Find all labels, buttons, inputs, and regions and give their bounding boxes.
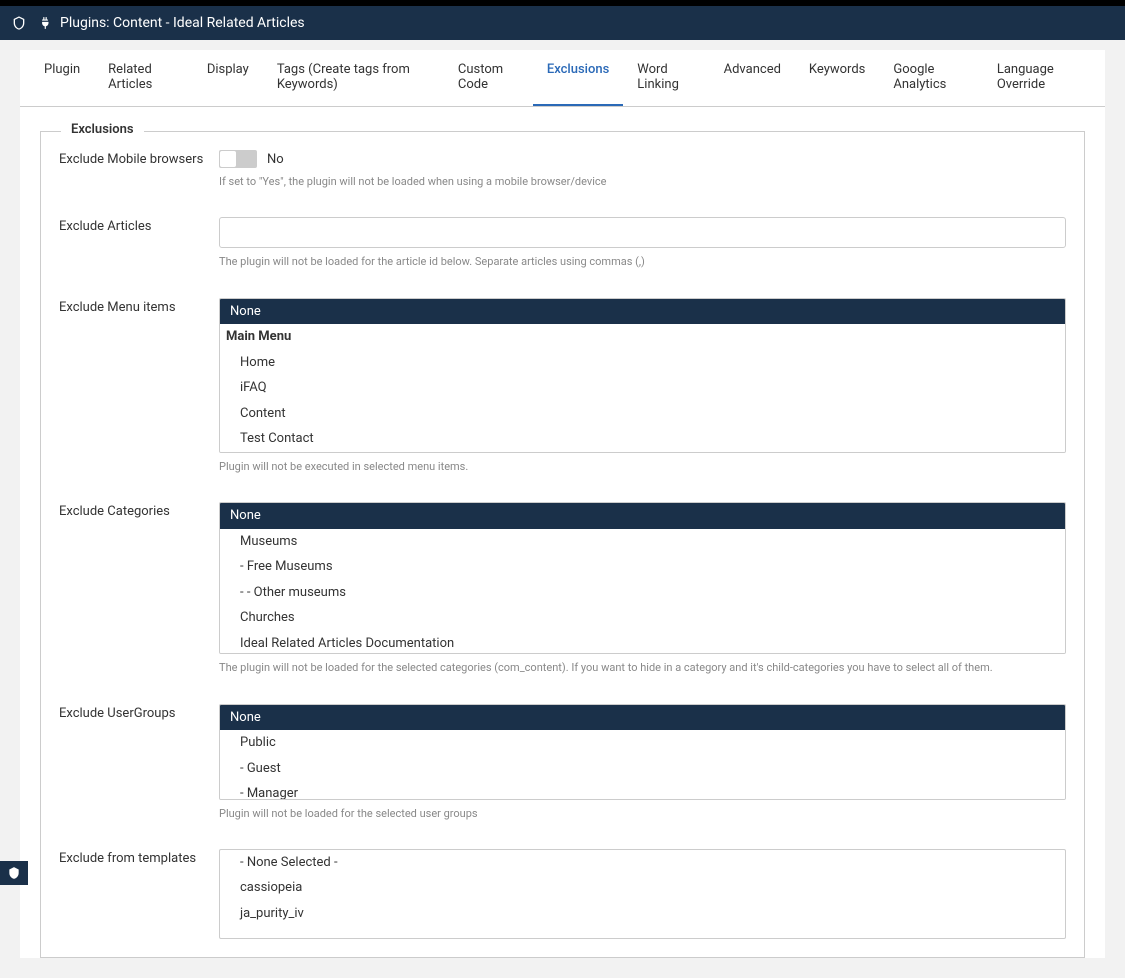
listbox-exclude-menu[interactable]: NoneMain MenuHomeiFAQContentTest Contact… <box>219 298 1066 453</box>
tab-display[interactable]: Display <box>193 50 263 106</box>
listbox-exclude-templates[interactable]: - None Selected -cassiopeiaja_purity_iv <box>219 849 1066 939</box>
label-exclude-templates: Exclude from templates <box>59 849 219 939</box>
label-exclude-mobile: Exclude Mobile browsers <box>59 150 219 189</box>
list-item[interactable]: Home <box>220 350 1065 376</box>
list-item[interactable]: ja_purity_iv <box>220 901 1065 927</box>
joomla-icon[interactable] <box>10 14 28 32</box>
list-item[interactable]: None <box>220 299 1065 325</box>
tab-keywords[interactable]: Keywords <box>795 50 879 106</box>
list-item[interactable]: - Manager <box>220 781 1065 800</box>
bottom-joomla-icon[interactable] <box>0 861 28 885</box>
list-item[interactable]: Ideal Related Articles Documentation <box>220 631 1065 655</box>
label-exclude-usergroups: Exclude UserGroups <box>59 704 219 821</box>
tab-exclusions[interactable]: Exclusions <box>533 50 623 106</box>
list-item[interactable]: Content <box>220 401 1065 427</box>
tab-bar: PluginRelated ArticlesDisplayTags (Creat… <box>20 50 1105 107</box>
tab-word-linking[interactable]: Word Linking <box>623 50 709 106</box>
tab-custom-code[interactable]: Custom Code <box>444 50 533 106</box>
label-exclude-categories: Exclude Categories <box>59 502 219 675</box>
list-item[interactable]: None <box>220 705 1065 731</box>
list-item[interactable]: - Guest <box>220 756 1065 782</box>
list-item[interactable]: Churches <box>220 605 1065 631</box>
tab-tags-create-tags-from-keywords-[interactable]: Tags (Create tags from Keywords) <box>263 50 444 106</box>
label-exclude-menu: Exclude Menu items <box>59 298 219 474</box>
tab-plugin[interactable]: Plugin <box>30 50 94 106</box>
page-title: Plugins: Content - Ideal Related Article… <box>60 15 305 31</box>
list-item[interactable]: - Free Museums <box>220 554 1065 580</box>
exclusions-fieldset: Exclusions Exclude Mobile browsers No If… <box>40 131 1085 958</box>
help-exclude-categories: The plugin will not be loaded for the se… <box>219 660 1066 675</box>
listbox-exclude-usergroups[interactable]: NonePublic- Guest- Manager- - Administra… <box>219 704 1066 800</box>
list-item[interactable]: cassiopeia <box>220 875 1065 901</box>
list-item[interactable]: - - Other museums <box>220 580 1065 606</box>
list-item[interactable]: CE Categories Contacts <box>220 452 1065 453</box>
fieldset-legend: Exclusions <box>61 122 144 137</box>
tab-related-articles[interactable]: Related Articles <box>94 50 193 106</box>
list-item[interactable]: Test Contact <box>220 426 1065 452</box>
toggle-value: No <box>267 152 284 167</box>
input-exclude-articles[interactable] <box>219 217 1066 248</box>
list-item[interactable]: Main Menu <box>220 324 1065 350</box>
help-exclude-mobile: If set to "Yes", the plugin will not be … <box>219 174 1066 189</box>
list-item[interactable]: Museums <box>220 529 1065 555</box>
list-item[interactable]: iFAQ <box>220 375 1065 401</box>
list-item[interactable]: None <box>220 503 1065 529</box>
list-item[interactable]: - None Selected - <box>220 850 1065 876</box>
tab-language-override[interactable]: Language Override <box>983 50 1095 106</box>
listbox-exclude-categories[interactable]: NoneMuseums- Free Museums- - Other museu… <box>219 502 1066 654</box>
help-exclude-articles: The plugin will not be loaded for the ar… <box>219 254 1066 269</box>
plug-icon <box>38 16 52 30</box>
tab-advanced[interactable]: Advanced <box>710 50 795 106</box>
help-exclude-usergroups: Plugin will not be loaded for the select… <box>219 806 1066 821</box>
help-exclude-menu: Plugin will not be executed in selected … <box>219 459 1066 474</box>
list-item[interactable]: Public <box>220 730 1065 756</box>
tab-google-analytics[interactable]: Google Analytics <box>879 50 982 106</box>
toggle-exclude-mobile[interactable] <box>219 150 257 168</box>
label-exclude-articles: Exclude Articles <box>59 217 219 269</box>
header-bar: Plugins: Content - Ideal Related Article… <box>0 6 1125 40</box>
